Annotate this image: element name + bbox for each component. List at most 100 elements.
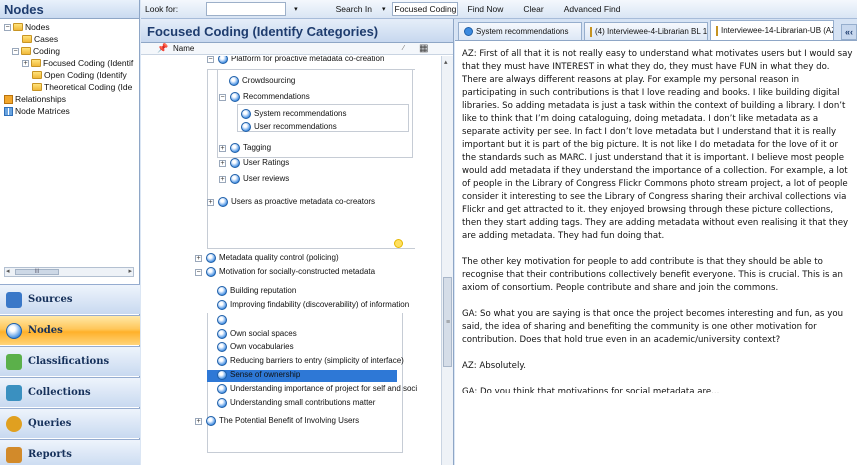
look-for-input[interactable] [206,2,287,16]
tree-row[interactable]: Own social spaces [217,328,297,340]
tree-item-open-coding[interactable]: Open Coding (Identify [32,69,127,81]
tree-row[interactable]: + Users as proactive metadata co-creator… [207,196,375,208]
collapse-icon[interactable]: − [12,47,19,55]
expand-icon[interactable]: + [219,144,226,152]
look-for-dropdown-icon[interactable]: ▾ [294,5,298,13]
collapse-icon[interactable]: − [4,23,11,31]
clear-button[interactable]: Clear [523,4,543,14]
row-label: User recommendations [254,122,337,131]
tree-item-cases[interactable]: Cases [22,33,58,45]
matrix-icon [4,106,13,116]
scroll-thumb[interactable]: III [15,269,59,275]
tree-item-focused-coding[interactable]: + Focused Coding (Identif [22,57,133,69]
nav-button-classifications[interactable]: Classifications [0,346,140,376]
expand-icon[interactable]: + [207,198,214,206]
row-label: Understanding importance of project for … [230,384,418,393]
collapse-icon[interactable]: − [219,93,226,101]
tree-row-selected[interactable]: Interestingness and fun [217,314,313,326]
tab-scroll-left-icon[interactable]: «‹ [840,24,857,40]
expand-icon[interactable]: + [195,417,202,425]
tree-row[interactable]: − Platform for proactive metadata co-cre… [207,56,384,65]
nav-button-queries[interactable]: Queries [0,408,140,438]
tree-row[interactable]: Understanding small contributions matter [217,397,375,409]
expand-icon[interactable]: + [22,59,29,67]
scroll-left-icon[interactable]: ◂ [6,268,10,276]
tree-row[interactable]: − Recommendations [219,91,310,103]
tree-row[interactable]: + User Ratings [219,157,289,169]
row-label: Reducing barriers to entry (simplicity o… [230,356,404,365]
expand-icon[interactable]: + [219,159,226,167]
search-in-dropdown-icon[interactable]: ▾ [382,5,386,13]
scroll-right-icon[interactable]: ▸ [128,268,132,276]
nav-button-reports[interactable]: Reports [0,439,140,465]
reports-icon [6,446,22,463]
sort-caret-icon[interactable]: ⁄ [403,43,404,54]
find-now-button[interactable]: Find Now [468,4,504,14]
expand-icon[interactable]: + [219,175,226,183]
folder-icon [22,35,32,43]
classifications-icon [6,353,22,370]
document-text[interactable]: AZ: First of all that it is not really e… [455,48,857,465]
advanced-find-button[interactable]: Advanced Find [564,4,621,14]
tab-system-recommendations[interactable]: System recommendations [458,22,582,40]
node-icon [230,92,240,102]
row-label: Recommendations [243,92,310,101]
tree-item-nodes[interactable]: − Nodes [4,21,50,33]
tree-row[interactable]: + Metadata quality control (policing) [195,252,339,264]
nav-button-collections[interactable]: Collections [0,377,140,407]
tree-row[interactable]: Sense of ownership [217,369,300,381]
document-view: System recommendations (4) Interviewee-4… [455,19,857,465]
tree-row[interactable]: + The Potential Benefit of Involving Use… [195,415,359,427]
nav-pane-title: Nodes [0,0,139,19]
tree-row[interactable]: Building reputation [217,285,296,297]
tree-item-label: Nodes [25,22,50,32]
node-icon [230,143,240,153]
tree-row[interactable]: Understanding importance of project for … [217,383,417,395]
scroll-up-icon[interactable]: ▴ [444,58,448,66]
tree-item-relationships[interactable]: Relationships [4,93,66,105]
column-chooser-icon[interactable]: ▦ [419,43,428,54]
nav-button-sources[interactable]: Sources [0,284,140,314]
horizontal-scrollbar[interactable]: ◂ III ▸ [4,267,134,277]
collapse-icon[interactable]: − [195,268,202,276]
tree-row[interactable]: − Motivation for socially-constructed me… [195,266,375,278]
tab-interviewee-4[interactable]: (4) Interviewee-4-Librarian BL 1 (N [584,22,708,40]
row-label: The Potential Benefit of Involving Users [219,416,360,425]
tree-row[interactable]: Crowdsourcing [229,75,295,87]
tree-item-label: Node Matrices [15,106,70,116]
node-icon [217,370,227,380]
nav-button-label: Reports [28,449,72,460]
tree-row[interactable]: Own vocabularies [217,341,294,353]
tree-row[interactable]: + Tagging [219,142,271,154]
tree-item-node-matrices[interactable]: Node Matrices [4,105,70,117]
row-label: Own social spaces [230,329,297,338]
node-icon [217,342,227,352]
tree-item-theoretical-coding[interactable]: Theoretical Coding (Ide [32,81,132,93]
collapse-icon[interactable]: − [207,56,214,63]
vertical-scrollbar[interactable]: ▴ ≡ [441,56,453,465]
column-header-name[interactable]: Name [173,44,194,53]
row-label: Crowdsourcing [242,76,296,85]
document-tabs: System recommendations (4) Interviewee-4… [455,19,857,41]
tree-row[interactable]: Improving findability (discoverability) … [217,299,409,311]
nav-button-nodes[interactable]: Nodes [0,315,140,345]
node-icon [217,300,227,310]
paragraph: AZ: First of all that it is not really e… [462,49,853,241]
tree-row[interactable]: + User reviews [219,173,289,185]
tree-item-coding[interactable]: − Coding [12,45,60,57]
search-in-button[interactable]: Search In [336,4,372,14]
scroll-thumb[interactable]: ≡ [443,277,452,367]
tree-row[interactable]: Reducing barriers to entry (simplicity o… [217,355,404,367]
nav-button-label: Classifications [28,356,110,367]
search-scope-field[interactable]: Focused Coding ( [391,2,458,16]
pin-icon[interactable]: 📌 [157,43,168,54]
tab-interviewee-14[interactable]: Interviewee-14-Librarian-UB (AZ) [710,20,834,40]
node-rows: − Platform for proactive metadata co-cre… [141,56,442,465]
folder-icon [32,71,42,79]
expand-icon[interactable]: + [195,254,202,262]
navigation-pane: Nodes − Nodes Cases − Coding + Focused C… [0,0,140,465]
annotation-dot [394,239,403,248]
find-toolbar: Look for: ▾ Search In ▾ Focused Coding (… [141,0,857,19]
tree-row[interactable]: User recommendations [241,121,337,133]
tree-row[interactable]: System recommendations [241,108,346,120]
